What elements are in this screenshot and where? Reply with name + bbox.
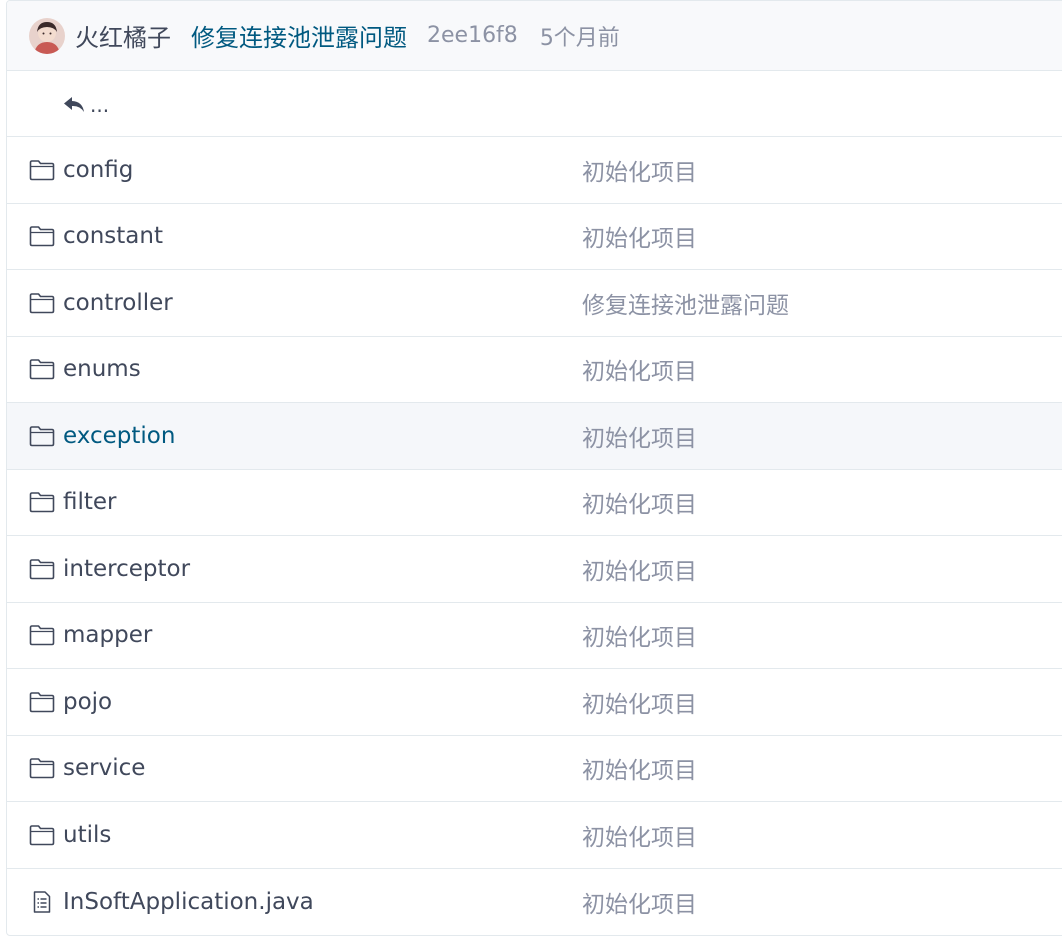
file-commit-message-link[interactable]: 修复连接池泄露问题 — [582, 270, 789, 336]
file-name-link[interactable]: enums — [63, 356, 141, 382]
file-commit-message-link[interactable]: 初始化项目 — [582, 869, 697, 936]
file-name-link[interactable]: InSoftApplication.java — [63, 889, 314, 915]
folder-icon — [29, 558, 55, 580]
folder-icon — [29, 691, 55, 713]
file-commit-message-link[interactable]: 初始化项目 — [582, 470, 697, 536]
commit-time: 5个月前 — [539, 25, 620, 51]
folder-icon — [29, 159, 55, 181]
file-name-link[interactable]: controller — [63, 290, 173, 316]
file-name-cell: filter — [29, 470, 117, 536]
file-name-link[interactable]: config — [63, 157, 133, 183]
file-commit-message-link[interactable]: 初始化项目 — [582, 403, 697, 469]
file-name-link[interactable]: exception — [63, 423, 175, 449]
folder-icon — [29, 624, 55, 646]
file-commit-message-link[interactable]: 初始化项目 — [582, 736, 697, 802]
file-row-constant[interactable]: constant 初始化项目 — [7, 204, 1062, 270]
file-row-enums[interactable]: enums 初始化项目 — [7, 337, 1062, 403]
commit-message-link[interactable]: 修复连接池泄露问题 — [191, 18, 407, 53]
file-name-link[interactable]: filter — [63, 489, 117, 515]
file-name-link[interactable]: mapper — [63, 622, 152, 648]
file-row-interceptor[interactable]: interceptor 初始化项目 — [7, 536, 1062, 603]
folder-icon — [29, 358, 55, 380]
folder-icon — [29, 757, 55, 779]
file-row-insoftapplication-java[interactable]: InSoftApplication.java 初始化项目 — [7, 869, 1062, 936]
commit-sha[interactable]: 2ee16f8 — [427, 23, 518, 48]
file-name-link[interactable]: constant — [63, 223, 163, 249]
folder-icon — [29, 292, 55, 314]
repository-file-list: 火红橘子 修复连接池泄露问题 2ee16f8 5个月前 ... config 初始… — [6, 0, 1062, 936]
folder-icon — [29, 491, 55, 513]
file-row-utils[interactable]: utils 初始化项目 — [7, 802, 1062, 869]
file-name-cell: enums — [29, 337, 141, 403]
parent-directory-row[interactable]: ... — [7, 71, 1062, 137]
file-name-cell: utils — [29, 802, 111, 868]
commit-author[interactable]: 火红橘子 — [75, 18, 171, 53]
file-name-cell: service — [29, 736, 145, 802]
file-commit-message-link[interactable]: 初始化项目 — [582, 337, 697, 403]
folder-icon — [29, 225, 55, 247]
file-row-config[interactable]: config 初始化项目 — [7, 137, 1062, 204]
file-commit-message-link[interactable]: 初始化项目 — [582, 536, 697, 602]
file-name-link[interactable]: interceptor — [63, 556, 190, 582]
file-row-mapper[interactable]: mapper 初始化项目 — [7, 603, 1062, 669]
file-name-cell: exception — [29, 403, 175, 469]
file-name-cell: constant — [29, 204, 163, 270]
file-commit-message-link[interactable]: 初始化项目 — [582, 669, 697, 735]
file-row-exception[interactable]: exception 初始化项目 — [7, 403, 1062, 470]
folder-icon — [29, 425, 55, 447]
file-name-link[interactable]: utils — [63, 822, 111, 848]
reply-arrow-icon — [64, 96, 84, 112]
file-name-cell: pojo — [29, 669, 112, 735]
file-commit-message-link[interactable]: 初始化项目 — [582, 603, 697, 669]
file-row-pojo[interactable]: pojo 初始化项目 — [7, 669, 1062, 736]
file-name-cell: InSoftApplication.java — [29, 869, 314, 936]
avatar[interactable] — [29, 17, 65, 54]
file-name-cell: interceptor — [29, 536, 190, 602]
file-name-link[interactable]: service — [63, 755, 145, 781]
file-commit-message-link[interactable]: 初始化项目 — [582, 802, 697, 868]
file-name-link[interactable]: pojo — [63, 689, 112, 715]
file-name-cell: controller — [29, 270, 173, 336]
file-rows: config 初始化项目 constant 初始化项目 controller 修复连接池泄… — [7, 137, 1062, 935]
file-commit-message-link[interactable]: 初始化项目 — [582, 137, 697, 203]
file-row-filter[interactable]: filter 初始化项目 — [7, 470, 1062, 536]
file-commit-message-link[interactable]: 初始化项目 — [582, 204, 697, 270]
file-row-controller[interactable]: controller 修复连接池泄露问题 — [7, 270, 1062, 337]
folder-icon — [29, 824, 55, 846]
parent-directory-link[interactable]: ... — [90, 93, 109, 117]
file-text-icon — [29, 891, 55, 913]
latest-commit-bar: 火红橘子 修复连接池泄露问题 2ee16f8 5个月前 — [7, 1, 1062, 71]
file-name-cell: config — [29, 137, 133, 203]
file-row-service[interactable]: service 初始化项目 — [7, 736, 1062, 802]
file-name-cell: mapper — [29, 603, 152, 669]
